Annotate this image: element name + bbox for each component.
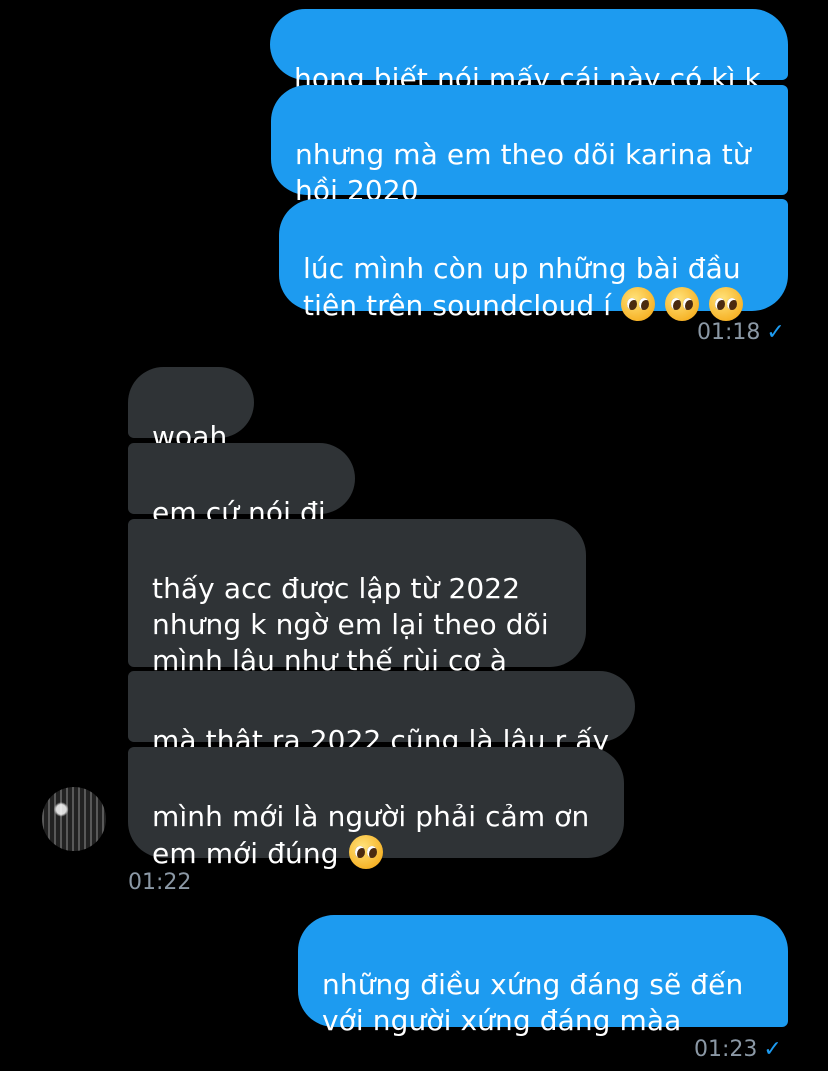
message-text: những điều xứng đáng sẽ đến với người xứ… [322,968,744,1037]
timestamp: 01:22 [128,870,192,895]
pleading-face-emoji-icon [611,287,744,322]
message-time: 01:23 ✓ [694,1037,782,1062]
message-bubble-incoming[interactable]: thấy acc được lập từ 2022 nhưng k ngờ em… [128,519,586,677]
avatar[interactable] [42,787,106,851]
message-text: nhưng mà em theo dõi karina từ hồi 2020 [295,138,751,207]
message-text: thấy acc được lập từ 2022 nhưng k ngờ em… [152,572,549,677]
message-bubble-outgoing[interactable]: hong biết nói mấy cái này có kì k [270,9,788,95]
message-bubble-outgoing[interactable]: lúc mình còn up những bài đầu tiên trên … [279,199,788,322]
message-bubble-incoming[interactable]: mình mới là người phải cảm ơn em mới đún… [128,747,624,870]
message-time: 01:18 ✓ [697,320,785,345]
message-bubble-outgoing[interactable]: những điều xứng đáng sẽ đến với người xứ… [298,915,788,1037]
message-bubble-incoming[interactable]: woah [128,367,254,453]
timestamp: 01:23 [694,1037,758,1062]
message-bubble-incoming[interactable]: mà thật ra 2022 cũng là lâu r ấy [128,671,635,757]
pleading-face-emoji-icon [339,835,383,870]
message-time: 01:22 [128,870,191,895]
message-bubble-incoming[interactable]: em cứ nói đi [128,443,355,529]
timestamp: 01:18 [697,320,761,345]
read-check-icon: ✓ [766,320,785,345]
message-bubble-outgoing[interactable]: nhưng mà em theo dõi karina từ hồi 2020 [271,85,788,207]
read-check-icon: ✓ [763,1037,782,1062]
